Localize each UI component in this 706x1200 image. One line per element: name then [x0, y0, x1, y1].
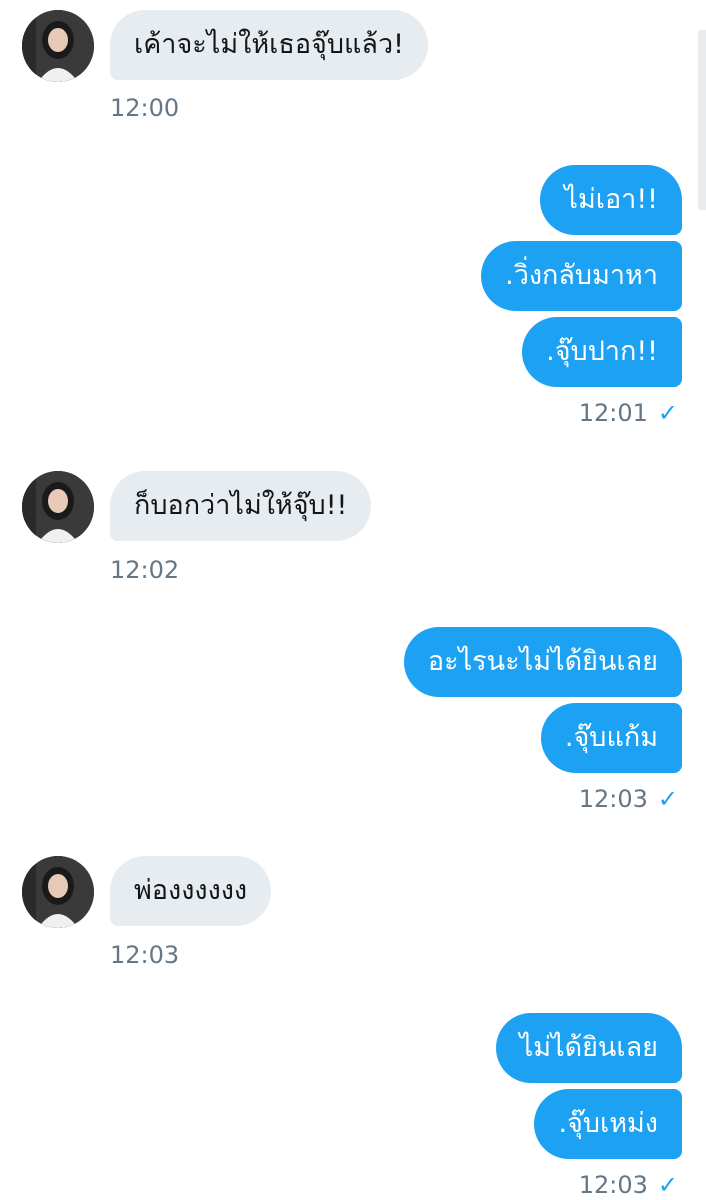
outgoing-message-bubble[interactable]: .จุ๊บเหม่ง [534, 1089, 682, 1159]
check-icon: ✓ [657, 399, 678, 427]
message-timestamp: 12:03 [578, 1171, 648, 1199]
message-timestamp-row: 12:01 ✓ [579, 398, 678, 428]
message-timestamp: 12:00 [110, 94, 180, 122]
check-icon: ✓ [657, 785, 678, 813]
message-timestamp: 12:03 [110, 941, 180, 969]
outgoing-message-bubble[interactable]: ไม่ได้ยินเลย [495, 1013, 682, 1083]
outgoing-message-bubble[interactable]: .จุ๊บปาก!! [522, 317, 682, 387]
outgoing-message-bubble[interactable]: .วิ่งกลับมาหา [481, 241, 682, 311]
outgoing-message-bubble[interactable]: .จุ๊บแก้ม [540, 703, 682, 773]
incoming-message-bubble[interactable]: เค้าจะไม่ให้เธอจุ๊บแล้ว! [110, 10, 428, 80]
avatar[interactable] [22, 856, 94, 928]
message-timestamp-row: 12:03 ✓ [579, 1170, 678, 1200]
message-timestamp-row: 12:03 ✓ [579, 784, 678, 814]
check-icon: ✓ [657, 1171, 678, 1199]
avatar[interactable] [22, 471, 94, 543]
message-timestamp: 12:02 [110, 556, 180, 584]
outgoing-message-bubble[interactable]: อะไรนะไม่ได้ยินเลย [403, 627, 682, 697]
incoming-message-bubble[interactable]: พ่องงงงงง [110, 856, 272, 926]
message-timestamp: 12:03 [578, 785, 648, 813]
outgoing-message-bubble[interactable]: ไม่เอา!! [540, 165, 682, 235]
incoming-message-bubble[interactable]: ก็บอกว่าไม่ให้จุ๊บ!! [110, 471, 372, 541]
message-timestamp: 12:01 [578, 399, 648, 427]
avatar[interactable] [22, 10, 94, 82]
scroll-indicator[interactable] [698, 30, 706, 210]
